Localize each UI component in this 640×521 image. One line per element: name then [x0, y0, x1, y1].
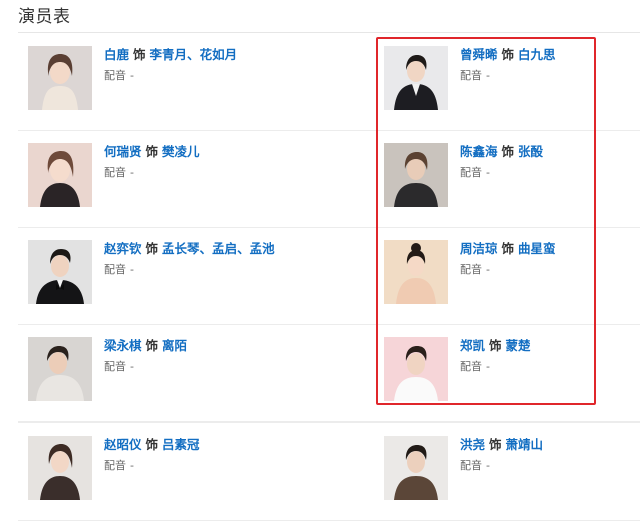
actor-name-link[interactable]: 梁永棋 [104, 338, 142, 353]
voice-actor-value: - [130, 166, 134, 179]
voice-label: 配音 [104, 360, 126, 373]
role-word: 饰 [489, 338, 502, 353]
actor-photo[interactable] [28, 436, 92, 500]
actor-photo[interactable] [384, 337, 448, 401]
role-link[interactable]: 张酘 [518, 144, 543, 159]
cast-info: 曾舜晞饰白九思 配音 - [460, 47, 556, 83]
voice-actor-value: - [486, 69, 490, 82]
role-link[interactable]: 李青月 [150, 47, 188, 62]
cast-info: 梁永棋饰离陌 配音 - [104, 338, 187, 374]
cast-item: 周洁琼饰曲星蛮 配音 - [384, 227, 640, 324]
actor-name-link[interactable]: 何瑞贤 [104, 144, 142, 159]
role-link[interactable]: 孟长琴 [162, 241, 200, 256]
actor-name-link[interactable]: 赵昭仪 [104, 437, 142, 452]
role-word: 饰 [501, 47, 515, 62]
role-word: 饰 [145, 241, 159, 256]
actor-photo[interactable] [384, 143, 448, 207]
role-link[interactable]: 花如月 [200, 47, 238, 62]
voice-label: 配音 [460, 360, 482, 373]
voice-actor-value: - [130, 459, 134, 472]
actor-name-link[interactable]: 白鹿 [104, 47, 129, 62]
voice-actor-value: - [130, 263, 134, 276]
cast-info: 赵昭仪饰吕素冠 配音 - [104, 437, 200, 473]
voice-actor-value: - [486, 360, 490, 373]
cast-item: 何瑞贤饰樊凌儿 配音 - [28, 130, 328, 227]
actor-photo[interactable] [384, 46, 448, 110]
role-word: 饰 [145, 144, 159, 159]
cast-info: 郑凯饰蒙楚 配音 - [460, 338, 531, 374]
cast-info: 何瑞贤饰樊凌儿 配音 - [104, 144, 200, 180]
cast-info: 周洁琼饰曲星蛮 配音 - [460, 241, 556, 277]
voice-label: 配音 [104, 69, 126, 82]
voice-actor-value: - [486, 166, 490, 179]
actor-name-link[interactable]: 郑凯 [460, 338, 485, 353]
voice-label: 配音 [104, 263, 126, 276]
role-link[interactable]: 孟池 [250, 241, 275, 256]
role-word: 饰 [501, 241, 515, 256]
page-title: 演员表 [18, 7, 71, 27]
role-separator: 、 [199, 241, 213, 256]
actor-name-link[interactable]: 曾舜晞 [460, 47, 498, 62]
role-word: 饰 [145, 338, 159, 353]
actor-photo[interactable] [28, 143, 92, 207]
role-word: 饰 [133, 47, 146, 62]
cast-item: 赵昭仪饰吕素冠 配音 - [28, 423, 328, 520]
role-word: 饰 [145, 437, 159, 452]
voice-actor-value: - [486, 263, 490, 276]
role-link[interactable]: 离陌 [162, 338, 187, 353]
cast-row: 赵弈钦饰孟长琴、孟启、孟池 配音 - 周洁琼饰曲星蛮 配音 - [18, 227, 640, 325]
actor-name-link[interactable]: 赵弈钦 [104, 241, 142, 256]
cast-info: 赵弈钦饰孟长琴、孟启、孟池 配音 - [104, 241, 275, 277]
voice-label: 配音 [460, 459, 482, 472]
actor-name-link[interactable]: 周洁琼 [460, 241, 498, 256]
cast-item: 赵弈钦饰孟长琴、孟启、孟池 配音 - [28, 227, 328, 324]
actor-photo[interactable] [384, 240, 448, 304]
cast-row: 赵昭仪饰吕素冠 配音 - 洪尧饰萧靖山 配音 - [18, 422, 640, 521]
role-separator: 、 [187, 47, 200, 62]
voice-label: 配音 [104, 166, 126, 179]
voice-actor-value: - [130, 69, 134, 82]
role-separator: 、 [237, 241, 250, 256]
voice-label: 配音 [104, 459, 126, 472]
role-link[interactable]: 萧靖山 [506, 437, 544, 452]
actor-photo[interactable] [28, 337, 92, 401]
cast-item: 白鹿饰李青月、花如月 配音 - [28, 33, 328, 130]
cast-row: 梁永棋饰离陌 配音 - 郑凯饰蒙楚 配音 - [18, 324, 640, 422]
actor-name-link[interactable]: 洪尧 [460, 437, 485, 452]
cast-row: 何瑞贤饰樊凌儿 配音 - 陈鑫海饰张酘 配音 - [18, 130, 640, 228]
cast-item: 陈鑫海饰张酘 配音 - [384, 130, 640, 227]
actor-photo[interactable] [28, 46, 92, 110]
role-link[interactable]: 孟启 [212, 241, 237, 256]
cast-info: 洪尧饰萧靖山 配音 - [460, 437, 543, 473]
cast-info: 白鹿饰李青月、花如月 配音 - [104, 47, 237, 83]
actor-name-link[interactable]: 陈鑫海 [460, 144, 498, 159]
role-link[interactable]: 曲星蛮 [518, 241, 556, 256]
cast-list: 白鹿饰李青月、花如月 配音 - 曾舜晞饰白九思 配音 - 何瑞贤 饰 樊凌儿 配… [18, 33, 640, 521]
role-link[interactable]: 白九思 [518, 47, 556, 62]
cast-item: 梁永棋饰离陌 配音 - [28, 324, 328, 421]
cast-row: 白鹿饰李青月、花如月 配音 - 曾舜晞饰白九思 配音 - [18, 33, 640, 131]
cast-item: 曾舜晞饰白九思 配音 - [384, 33, 640, 130]
voice-label: 配音 [460, 263, 482, 276]
cast-item: 郑凯饰蒙楚 配音 - [384, 324, 640, 421]
role-word: 饰 [489, 437, 502, 452]
actor-photo[interactable] [384, 436, 448, 500]
role-link[interactable]: 樊凌儿 [162, 144, 200, 159]
voice-label: 配音 [460, 69, 482, 82]
voice-label: 配音 [460, 166, 482, 179]
role-link[interactable]: 吕素冠 [162, 437, 200, 452]
voice-actor-value: - [130, 360, 134, 373]
role-word: 饰 [501, 144, 515, 159]
cast-item: 洪尧饰萧靖山 配音 - [384, 423, 640, 520]
voice-actor-value: - [486, 459, 490, 472]
role-link[interactable]: 蒙楚 [506, 338, 531, 353]
actor-photo[interactable] [28, 240, 92, 304]
cast-info: 陈鑫海饰张酘 配音 - [460, 144, 543, 180]
